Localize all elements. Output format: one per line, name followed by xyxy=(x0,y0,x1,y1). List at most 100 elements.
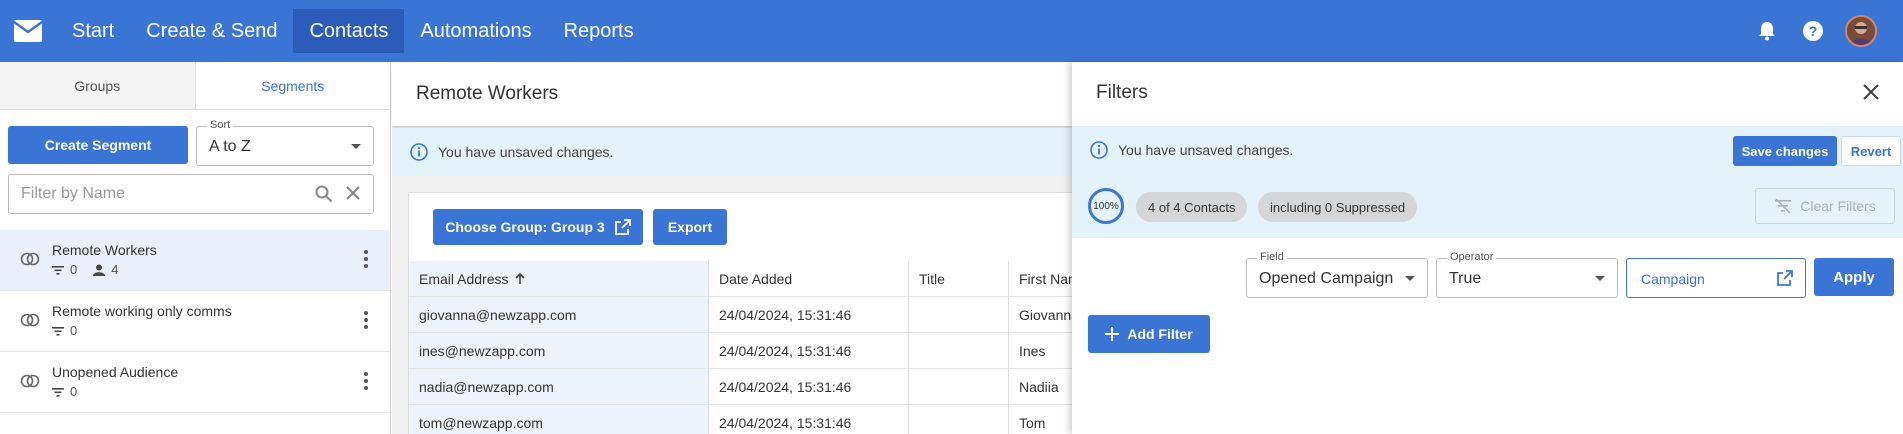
close-icon[interactable] xyxy=(1863,84,1879,103)
top-nav-bar: Start Create & Send Contacts Automations… xyxy=(0,0,1903,62)
segment-item[interactable]: Remote working only comms 0 xyxy=(0,291,390,352)
help-icon[interactable]: ? xyxy=(1799,17,1827,45)
unsaved-notice: You have unsaved changes. xyxy=(392,128,1072,176)
table-row[interactable]: ines@newzapp.com 24/04/2024, 15:31:46 In… xyxy=(409,333,1089,369)
mail-logo-icon[interactable] xyxy=(0,0,56,62)
table-row[interactable]: nadia@newzapp.com 24/04/2024, 15:31:46 N… xyxy=(409,369,1089,405)
operator-select[interactable]: Operator True xyxy=(1436,251,1618,298)
tab-groups[interactable]: Groups xyxy=(0,62,195,109)
filter-stats-bar: 100% 4 of 4 Contacts including 0 Suppres… xyxy=(1072,174,1903,238)
tab-segments[interactable]: Segments xyxy=(194,62,390,109)
cell-date-added: 24/04/2024, 15:31:46 xyxy=(709,333,909,368)
cell-title xyxy=(909,333,1009,368)
segments-sidebar: Groups Segments Create Segment Sort A to… xyxy=(0,62,391,434)
column-header-title[interactable]: Title xyxy=(909,261,1009,296)
filter-icon xyxy=(52,265,64,275)
save-changes-button[interactable]: Save changes xyxy=(1733,136,1837,166)
campaign-label: Campaign xyxy=(1641,271,1705,287)
segment-filter-count: 0 xyxy=(70,384,78,399)
segment-icon xyxy=(20,374,40,391)
cell-date-added: 24/04/2024, 15:31:46 xyxy=(709,297,909,332)
more-options-icon[interactable] xyxy=(364,372,368,393)
segment-filter-count: 0 xyxy=(70,323,78,338)
main-nav: Start Create & Send Contacts Automations… xyxy=(56,0,650,62)
page-title: Remote Workers xyxy=(392,62,1072,126)
campaign-picker[interactable]: Campaign xyxy=(1626,258,1806,298)
add-filter-button[interactable]: Add Filter xyxy=(1088,315,1210,353)
segment-meta: 0 4 xyxy=(52,262,118,277)
filter-by-name-field xyxy=(8,174,374,214)
filters-panel: Filters You have unsaved changes. Save c… xyxy=(1072,62,1903,434)
cell-title xyxy=(909,297,1009,332)
clear-filters-label: Clear Filters xyxy=(1800,198,1876,214)
filters-title: Filters xyxy=(1096,82,1148,103)
open-external-icon xyxy=(1777,270,1793,289)
field-label: Field xyxy=(1257,251,1287,263)
svg-text:?: ? xyxy=(1809,23,1818,39)
segment-contact-count: 4 xyxy=(111,262,119,277)
apply-button[interactable]: Apply xyxy=(1814,258,1894,296)
column-header-label: Email Address xyxy=(419,270,509,287)
nav-create-send[interactable]: Create & Send xyxy=(130,9,293,53)
field-value: Opened Campaign xyxy=(1259,270,1394,287)
operator-label: Operator xyxy=(1447,251,1497,263)
person-icon xyxy=(93,264,106,276)
search-icon[interactable] xyxy=(315,185,333,206)
revert-button[interactable]: Revert xyxy=(1841,136,1901,166)
info-icon xyxy=(1090,141,1108,159)
sort-select[interactable]: Sort A to Z xyxy=(196,119,374,166)
avatar[interactable] xyxy=(1845,15,1877,47)
nav-reports[interactable]: Reports xyxy=(548,9,650,53)
segment-icon xyxy=(20,313,40,330)
cell-date-added: 24/04/2024, 15:31:46 xyxy=(709,405,909,434)
suppressed-count-chip: including 0 Suppressed xyxy=(1258,192,1418,222)
bell-icon[interactable] xyxy=(1753,17,1781,45)
filter-icon xyxy=(52,387,64,397)
cell-email: nadia@newzapp.com xyxy=(409,369,709,404)
column-header-date-added[interactable]: Date Added xyxy=(709,261,909,296)
filter-by-name-input[interactable] xyxy=(21,185,301,203)
segment-detail: Remote Workers You have unsaved changes.… xyxy=(392,62,1089,434)
nav-contacts[interactable]: Contacts xyxy=(293,9,405,53)
clear-filters-button[interactable]: Clear Filters xyxy=(1755,188,1895,224)
filters-unsaved-notice: You have unsaved changes. Save changes R… xyxy=(1072,126,1903,174)
cell-email: giovanna@newzapp.com xyxy=(409,297,709,332)
cell-title xyxy=(909,405,1009,434)
table-row[interactable]: tom@newzapp.com 24/04/2024, 15:31:46 Tom xyxy=(409,405,1089,434)
dropdown-caret-icon xyxy=(351,144,361,149)
cell-title xyxy=(909,369,1009,404)
export-button[interactable]: Export xyxy=(653,209,727,245)
plus-icon xyxy=(1105,327,1120,341)
segment-meta: 0 xyxy=(52,384,77,399)
choose-group-label: Choose Group: Group 3 xyxy=(445,219,605,235)
contacts-table: Email Address Date Added Title First Nam… xyxy=(409,261,1089,434)
operator-value: True xyxy=(1449,270,1482,287)
segment-name: Remote working only comms xyxy=(52,303,232,319)
cell-email: tom@newzapp.com xyxy=(409,405,709,434)
more-options-icon[interactable] xyxy=(364,250,368,271)
cell-email: ines@newzapp.com xyxy=(409,333,709,368)
create-segment-button[interactable]: Create Segment xyxy=(8,126,188,164)
segment-item[interactable]: Remote Workers 0 4 xyxy=(0,230,390,291)
match-percentage: 100% xyxy=(1088,188,1124,224)
cell-date-added: 24/04/2024, 15:31:46 xyxy=(709,369,909,404)
segment-meta: 0 xyxy=(52,323,77,338)
info-icon xyxy=(410,143,428,161)
filter-off-icon xyxy=(1775,198,1792,214)
nav-automations[interactable]: Automations xyxy=(404,9,547,53)
table-row[interactable]: giovanna@newzapp.com 24/04/2024, 15:31:4… xyxy=(409,297,1089,333)
field-select[interactable]: Field Opened Campaign xyxy=(1246,251,1428,298)
nav-start[interactable]: Start xyxy=(56,9,130,53)
clear-icon[interactable] xyxy=(345,185,361,204)
more-options-icon[interactable] xyxy=(364,311,368,332)
segment-name: Unopened Audience xyxy=(52,364,179,380)
segment-filter-count: 0 xyxy=(70,262,78,277)
segment-item[interactable]: Unopened Audience 0 xyxy=(0,352,390,413)
segment-icon xyxy=(20,252,40,269)
filter-icon xyxy=(52,326,64,336)
sort-ascending-icon xyxy=(515,272,526,284)
choose-group-button[interactable]: Choose Group: Group 3 xyxy=(433,209,643,245)
segment-list: Remote Workers 0 4 Remote working only c… xyxy=(0,230,390,413)
sidebar-tabs: Groups Segments xyxy=(0,62,390,110)
column-header-email[interactable]: Email Address xyxy=(409,261,709,296)
